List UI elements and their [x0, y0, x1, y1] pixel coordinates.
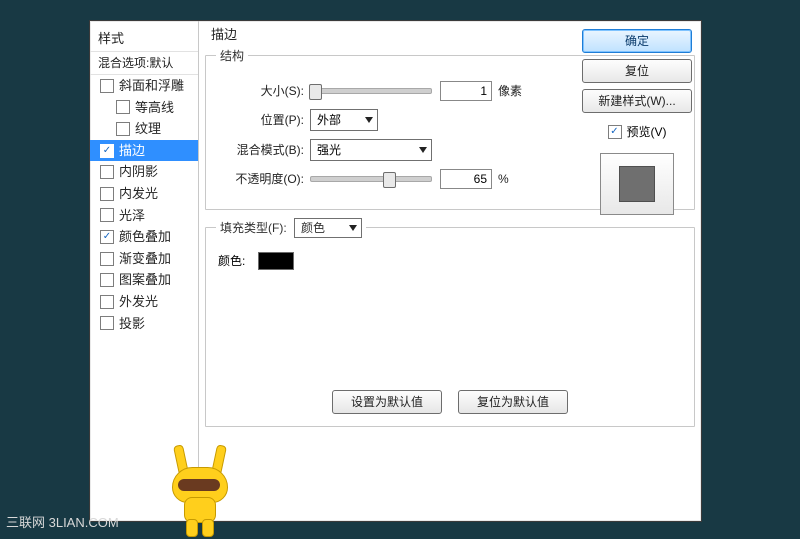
fill-type-label: 填充类型(F): — [220, 221, 287, 235]
opacity-slider-thumb[interactable] — [383, 172, 396, 188]
effect-item[interactable]: 图案叠加 — [90, 269, 198, 291]
effect-label: 等高线 — [135, 100, 174, 116]
position-label: 位置(P): — [216, 113, 310, 127]
effect-checkbox[interactable] — [100, 316, 114, 330]
default-buttons-row: 设置为默认值 复位为默认值 — [216, 390, 684, 414]
opacity-input[interactable]: 65 — [440, 169, 492, 189]
effect-item[interactable]: 内发光 — [90, 183, 198, 205]
effect-checkbox[interactable] — [100, 273, 114, 287]
effect-label: 描边 — [119, 143, 145, 159]
size-input[interactable]: 1 — [440, 81, 492, 101]
effect-item[interactable]: 等高线 — [90, 97, 198, 119]
effects-list: 斜面和浮雕等高线纹理 ✓ 描边内阴影内发光光泽 ✓ 颜色叠加渐变叠加图案叠加外发光投影 — [90, 75, 198, 334]
effect-label: 颜色叠加 — [119, 229, 171, 245]
effect-label: 渐变叠加 — [119, 251, 171, 267]
blend-mode-label: 混合模式(B): — [216, 143, 310, 157]
color-row: 颜色: — [216, 252, 684, 270]
effect-item[interactable]: ✓ 描边 — [90, 140, 198, 162]
effect-item[interactable]: 投影 — [90, 313, 198, 335]
effect-label: 光泽 — [119, 208, 145, 224]
blend-mode-value: 强光 — [317, 143, 341, 157]
chevron-down-icon — [365, 117, 373, 123]
preview-label: 预览(V) — [627, 125, 667, 139]
effect-label: 投影 — [119, 316, 145, 332]
effect-checkbox[interactable]: ✓ — [100, 230, 114, 244]
color-label: 颜色: — [216, 254, 258, 268]
new-style-button[interactable]: 新建样式(W)... — [582, 89, 692, 113]
reset-button[interactable]: 复位 — [582, 59, 692, 83]
opacity-slider[interactable] — [310, 176, 432, 182]
color-swatch[interactable] — [258, 252, 294, 270]
set-default-button[interactable]: 设置为默认值 — [332, 390, 442, 414]
effect-checkbox[interactable] — [100, 165, 114, 179]
effect-checkbox[interactable] — [100, 187, 114, 201]
reset-default-button[interactable]: 复位为默认值 — [458, 390, 568, 414]
fill-legend: 填充类型(F): 颜色 — [216, 218, 366, 238]
opacity-label: 不透明度(O): — [216, 172, 310, 186]
center-panel: 描边 结构 大小(S): 1 像素 位置(P): 外部 混合模式(B): 强光 — [199, 21, 701, 521]
effect-checkbox[interactable] — [116, 122, 130, 136]
blend-mode-combo[interactable]: 强光 — [310, 139, 432, 161]
preview-checkbox[interactable]: ✓ — [608, 125, 622, 139]
effect-label: 外发光 — [119, 294, 158, 310]
effect-checkbox[interactable]: ✓ — [100, 144, 114, 158]
blend-options-header[interactable]: 混合选项:默认 — [90, 51, 198, 75]
styles-header: 样式 — [90, 27, 198, 51]
effect-label: 内发光 — [119, 186, 158, 202]
watermark: 三联网 3LIAN.COM — [6, 512, 119, 531]
right-column: 确定 复位 新建样式(W)... ✓ 预览(V) — [581, 29, 693, 215]
position-value: 外部 — [317, 113, 341, 127]
effect-checkbox[interactable] — [100, 295, 114, 309]
effect-item[interactable]: ✓ 颜色叠加 — [90, 226, 198, 248]
ok-button[interactable]: 确定 — [582, 29, 692, 53]
effect-item[interactable]: 外发光 — [90, 291, 198, 313]
chevron-down-icon — [419, 147, 427, 153]
effect-checkbox[interactable] — [100, 208, 114, 222]
size-label: 大小(S): — [216, 84, 310, 98]
preview-row: ✓ 预览(V) — [608, 125, 667, 139]
mascot-illustration — [168, 445, 248, 535]
structure-legend: 结构 — [216, 49, 248, 63]
effect-checkbox[interactable] — [100, 79, 114, 93]
effect-item[interactable]: 渐变叠加 — [90, 248, 198, 270]
effect-label: 图案叠加 — [119, 272, 171, 288]
effect-item[interactable]: 光泽 — [90, 205, 198, 227]
effect-checkbox[interactable] — [116, 100, 130, 114]
position-combo[interactable]: 外部 — [310, 109, 378, 131]
effect-checkbox[interactable] — [100, 252, 114, 266]
effect-label: 斜面和浮雕 — [119, 78, 184, 94]
effect-item[interactable]: 内阴影 — [90, 161, 198, 183]
size-unit: 像素 — [498, 84, 522, 98]
effect-label: 纹理 — [135, 121, 161, 137]
effect-label: 内阴影 — [119, 164, 158, 180]
chevron-down-icon — [349, 225, 357, 231]
fill-type-value: 颜色 — [301, 221, 325, 235]
fill-group: 填充类型(F): 颜色 颜色: 设置为默认值 复位为默认值 — [205, 218, 695, 427]
opacity-unit: % — [498, 172, 509, 186]
fill-type-combo[interactable]: 颜色 — [294, 218, 362, 238]
preview-box — [600, 153, 674, 215]
size-slider[interactable] — [310, 88, 432, 94]
effect-item[interactable]: 斜面和浮雕 — [90, 75, 198, 97]
preview-swatch — [619, 166, 655, 202]
effect-item[interactable]: 纹理 — [90, 118, 198, 140]
size-slider-thumb[interactable] — [309, 84, 322, 100]
